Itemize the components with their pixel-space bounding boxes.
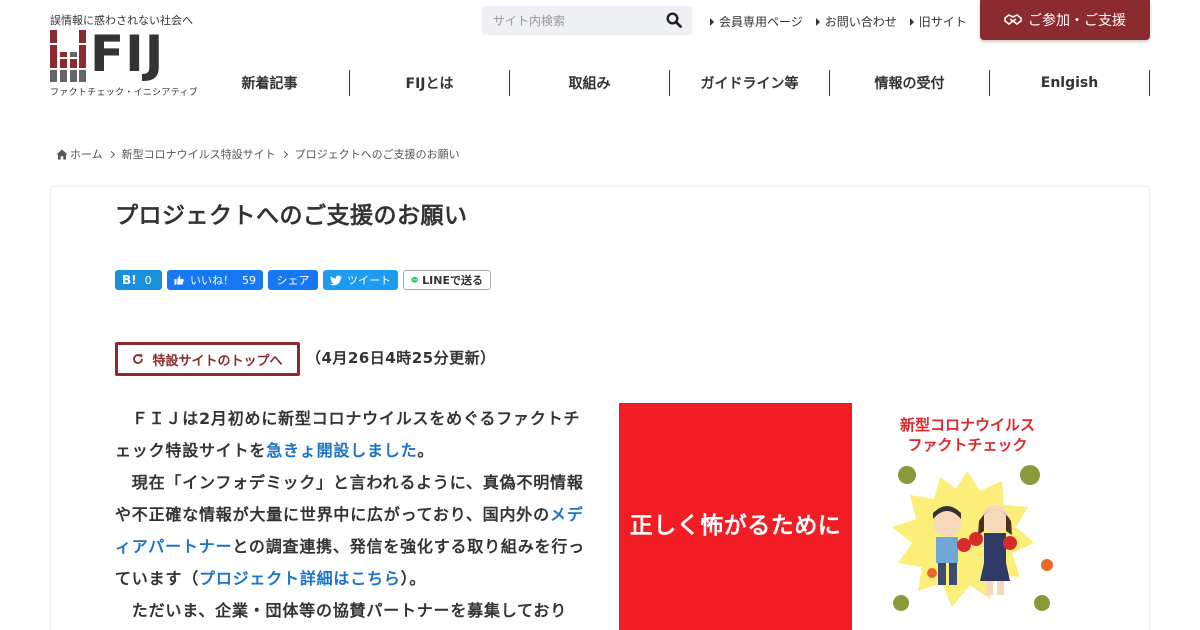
twitter-bird-icon — [330, 275, 342, 285]
banner-illustration-panel: 新型コロナウイルス ファクトチェック — [852, 403, 1083, 630]
site-logo[interactable]: FIJ ファクトチェック・イニシアティブ — [50, 25, 199, 98]
logo-wordmark: FIJ — [90, 25, 165, 83]
home-icon — [56, 149, 68, 159]
join-support-button[interactable]: ご参加・ご支援 — [980, 0, 1150, 40]
launch-link[interactable]: 急きょ開設しました — [266, 441, 417, 460]
facebook-share-button[interactable]: シェア — [268, 270, 318, 290]
paragraph: 現在「インフォデミック」と言われるように、真偽不明情報や不正確な情報が大量に世界… — [115, 473, 585, 588]
share-buttons: B! 0 いいね！ 59 シェア ツイート LINE LINEで送る — [115, 270, 491, 290]
site-search — [482, 6, 692, 35]
banner-red-panel: 正しく怖がるために — [619, 403, 852, 630]
global-nav: 新着記事 FIJとは 取組み ガイドライン等 情報の受付 Enlgish — [190, 70, 1150, 96]
logo-mark-icon — [50, 30, 86, 82]
search-input[interactable] — [482, 6, 657, 35]
nav-news[interactable]: 新着記事 — [190, 70, 350, 96]
breadcrumb-covid-site[interactable]: 新型コロナウイルス特設サイト — [122, 146, 276, 162]
utility-links: 会員専用ページ お問い合わせ 旧サイト — [710, 13, 967, 30]
caret-right-icon — [909, 17, 914, 26]
logo-subtitle: ファクトチェック・イニシアティブ — [50, 88, 199, 98]
handshake-icon — [1004, 14, 1022, 25]
paragraph: ＦＩＪは2月初めに新型コロナウイルスをめぐるファクトチェック特設サイトを急きょ開… — [115, 409, 581, 460]
refresh-icon — [133, 354, 144, 364]
chevron-right-icon — [280, 150, 288, 158]
children-boxing-illustration-icon — [892, 465, 1053, 611]
caret-right-icon — [710, 17, 714, 26]
caret-right-icon — [815, 17, 820, 26]
article-body: ＦＩＪは2月初めに新型コロナウイルスをめぐるファクトチェック特設サイトを急きょ開… — [115, 403, 585, 627]
search-icon[interactable] — [666, 12, 682, 28]
contact-link[interactable]: お問い合わせ — [815, 13, 897, 30]
nav-submissions[interactable]: 情報の受付 — [830, 70, 990, 96]
chevron-right-icon — [107, 150, 115, 158]
member-page-link[interactable]: 会員専用ページ — [710, 13, 803, 30]
twitter-tweet-button[interactable]: ツイート — [323, 270, 398, 290]
nav-english[interactable]: Enlgish — [990, 70, 1150, 96]
breadcrumb-current: プロジェクトへのご支援のお願い — [294, 148, 460, 161]
breadcrumb: ホーム 新型コロナウイルス特設サイト プロジェクトへのご支援のお願い — [56, 146, 460, 162]
old-site-link[interactable]: 旧サイト — [909, 13, 967, 30]
nav-guidelines[interactable]: ガイドライン等 — [670, 70, 830, 96]
special-site-top-button[interactable]: 特設サイトのトップへ — [115, 342, 300, 376]
thumbs-up-icon — [174, 275, 184, 285]
project-details-link[interactable]: プロジェクト詳細はこちら — [199, 569, 401, 588]
nav-initiatives[interactable]: 取組み — [510, 70, 670, 96]
paragraph: ただいま、企業・団体等の協賛パートナーを募集しており — [115, 601, 568, 620]
hatena-icon: B! — [122, 273, 137, 287]
line-share-button[interactable]: LINE LINEで送る — [403, 270, 491, 290]
breadcrumb-home[interactable]: ホーム — [70, 146, 103, 162]
covid-factcheck-banner[interactable]: 正しく怖がるために 新型コロナウイルス ファクトチェック — [619, 403, 1083, 630]
page-title: プロジェクトへのご支援のお願い — [115, 203, 468, 229]
svg-text:LINE: LINE — [412, 280, 418, 282]
line-logo-icon: LINE — [411, 277, 418, 283]
update-timestamp: （4月26日4時25分更新） — [306, 349, 496, 367]
facebook-like-button[interactable]: いいね！ 59 — [167, 270, 263, 290]
nav-about[interactable]: FIJとは — [350, 70, 510, 96]
hatena-bookmark-button[interactable]: B! 0 — [115, 270, 162, 290]
